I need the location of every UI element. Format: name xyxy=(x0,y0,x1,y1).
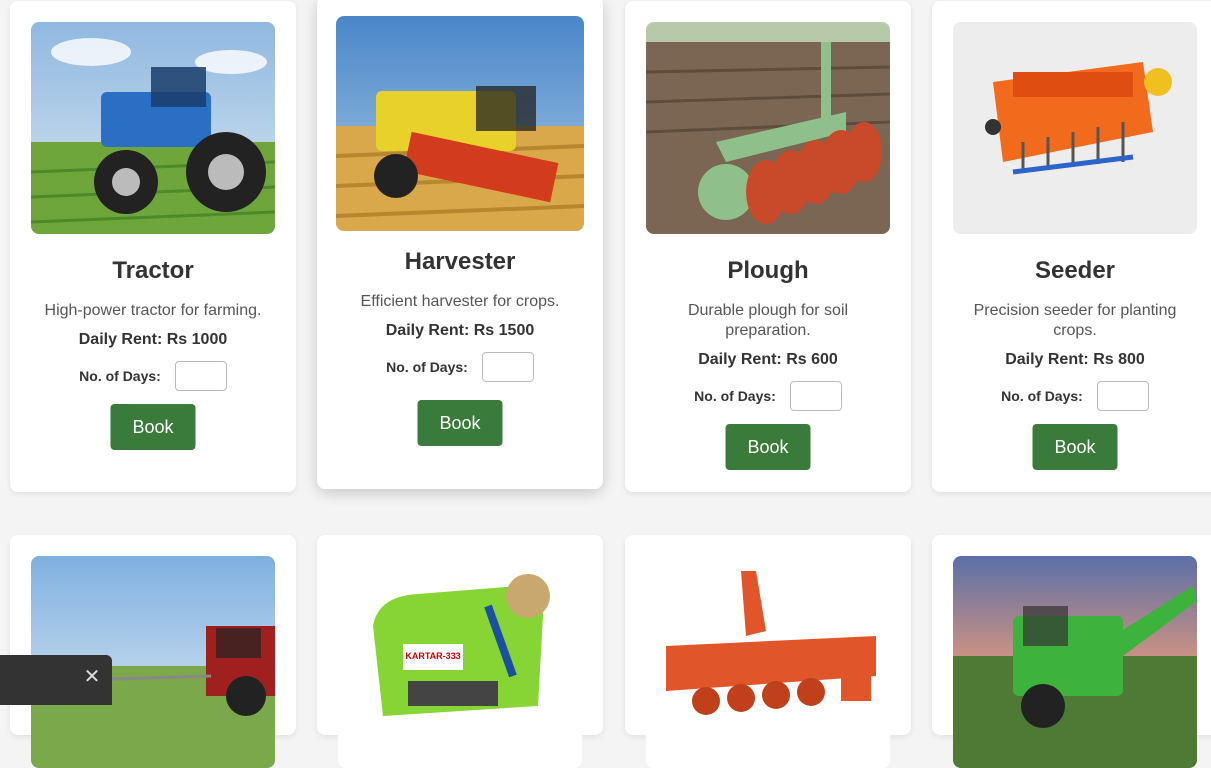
days-row: No. of Days: xyxy=(625,381,911,411)
days-row: No. of Days: xyxy=(10,361,296,391)
days-label: No. of Days: xyxy=(1001,388,1083,404)
days-label: No. of Days: xyxy=(694,388,776,404)
days-row: No. of Days: xyxy=(932,381,1211,411)
close-icon[interactable]: ✕ xyxy=(82,667,102,687)
tractor-image xyxy=(31,22,275,234)
card-title: Harvester xyxy=(404,248,516,275)
daily-rent: Daily Rent: Rs 800 xyxy=(1005,351,1145,368)
product-card-plough: Plough Durable plough for soil preparati… xyxy=(625,1,911,492)
rotavator-image xyxy=(646,556,890,768)
card-title: Seeder xyxy=(1034,257,1116,284)
plough-image xyxy=(646,22,890,234)
days-row: No. of Days: xyxy=(317,352,603,382)
product-card-combine xyxy=(932,535,1211,768)
daily-rent: Daily Rent: Rs 1500 xyxy=(385,322,535,339)
card-description: Durable plough for soil preparation. xyxy=(687,302,849,339)
card-description: Efficient harvester for crops. xyxy=(360,293,560,310)
harvester-image xyxy=(336,16,584,231)
days-label: No. of Days: xyxy=(386,359,468,375)
book-button[interactable]: Book xyxy=(1032,424,1118,470)
days-label: No. of Days: xyxy=(79,368,161,384)
days-input[interactable] xyxy=(789,381,842,411)
card-description: Precision seeder for planting crops. xyxy=(973,302,1177,339)
book-button[interactable]: Book xyxy=(417,400,503,446)
product-card-baler: KARTAR-333 xyxy=(317,535,603,768)
days-input[interactable] xyxy=(1096,381,1149,411)
book-button[interactable]: Book xyxy=(725,424,811,470)
days-input[interactable] xyxy=(481,352,534,382)
product-card-harvester: Harvester Efficient harvester for crops.… xyxy=(317,0,603,489)
product-card-sprayer xyxy=(10,535,296,768)
daily-rent: Daily Rent: Rs 1000 xyxy=(78,331,228,348)
card-description: High-power tractor for farming. xyxy=(44,302,262,319)
product-card-tractor: Tractor High-power tractor for farming. … xyxy=(10,1,296,492)
seeder-image xyxy=(953,22,1197,234)
product-card-rotavator xyxy=(625,535,911,768)
card-title: Plough xyxy=(727,257,809,284)
days-input[interactable] xyxy=(174,361,227,391)
product-card-seeder: Seeder Precision seeder for planting cro… xyxy=(932,1,1211,492)
card-title: Tractor xyxy=(112,257,194,284)
book-button[interactable]: Book xyxy=(110,404,196,450)
toast-popup: ✕ xyxy=(0,655,112,705)
baler-image: KARTAR-333 xyxy=(338,556,582,768)
daily-rent: Daily Rent: Rs 600 xyxy=(698,351,838,368)
baler-brand-text: KARTAR-333 xyxy=(405,651,460,661)
combine-harvester-image xyxy=(953,556,1197,768)
